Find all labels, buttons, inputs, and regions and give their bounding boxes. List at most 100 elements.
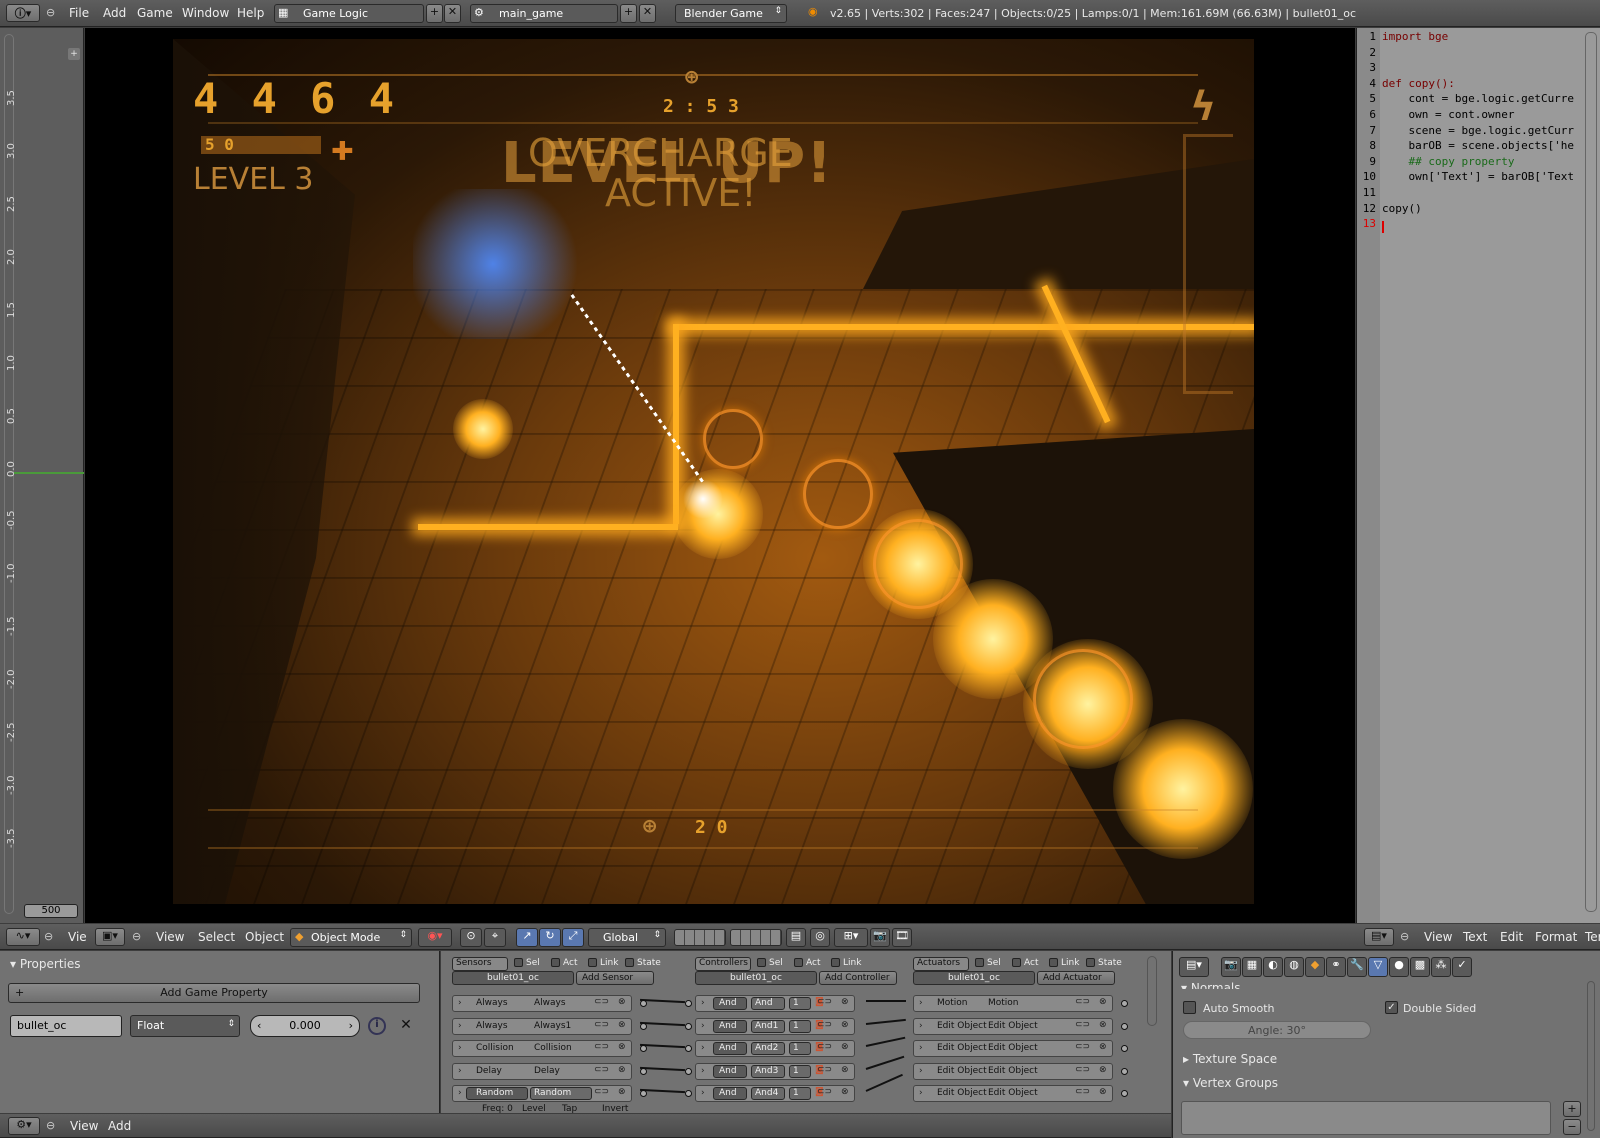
actuators-move-arrows-icon[interactable]: ⊂⊃ — [1075, 1020, 1090, 1030]
tab-particles-icon[interactable]: ⁂ — [1431, 957, 1451, 977]
actuators-expand-arrow-icon[interactable]: › — [919, 998, 923, 1008]
controllers-move-arrows-icon[interactable]: ⊂⊃ — [817, 1042, 832, 1052]
vertex-groups-list[interactable] — [1181, 1101, 1551, 1135]
screen-layout-selector[interactable]: ▦ Game Logic — [274, 4, 424, 23]
code-line[interactable]: ## copy property — [1382, 155, 1514, 168]
actuators-move-arrows-icon[interactable]: ⊂⊃ — [1075, 997, 1090, 1007]
property-info-toggle-icon[interactable]: i — [368, 1017, 386, 1035]
scale-manipulator-icon[interactable]: ⤢ — [562, 928, 584, 947]
text-editor-type-icon[interactable]: ▤▾ — [1364, 928, 1394, 946]
texture-space-header[interactable]: ▸ Texture Space — [1183, 1052, 1277, 1066]
random-sensor-option[interactable]: Invert — [602, 1104, 628, 1114]
property-name-field[interactable]: bullet_oc — [10, 1015, 122, 1037]
controllers-remove-icon[interactable]: ⊗ — [841, 1087, 849, 1097]
tab-texture-icon[interactable]: ▩ — [1410, 957, 1430, 977]
controllers-remove-icon[interactable]: ⊗ — [841, 1042, 849, 1052]
sensors-expand-arrow-icon[interactable]: › — [458, 1088, 462, 1098]
editor-scrollbar[interactable] — [1585, 32, 1597, 912]
menu-add[interactable]: Add — [103, 6, 126, 20]
sensors-move-arrows-icon[interactable]: ⊂⊃ — [594, 1065, 609, 1075]
controllers-link-socket[interactable] — [685, 1045, 692, 1052]
tab-scene-icon[interactable]: ◐ — [1263, 957, 1283, 977]
actuators-flag-checkbox[interactable] — [1049, 958, 1058, 967]
decrement-arrow-icon[interactable]: ‹ — [257, 1019, 261, 1032]
text-menu-templates[interactable]: Ter — [1585, 930, 1600, 944]
controllers-move-arrows-icon[interactable]: ⊂⊃ — [817, 1087, 832, 1097]
sensors-move-arrows-icon[interactable]: ⊂⊃ — [594, 1020, 609, 1030]
controllers-link-socket[interactable] — [685, 1090, 692, 1097]
layers-grid-1[interactable] — [674, 929, 726, 946]
controllers-remove-icon[interactable]: ⊗ — [841, 1020, 849, 1030]
sensors-flag-checkbox[interactable] — [625, 958, 634, 967]
menu-view[interactable]: View — [156, 930, 184, 944]
code-line[interactable]: cont = bge.logic.getCurre — [1382, 92, 1574, 105]
random-sensor-option[interactable]: Level — [522, 1104, 546, 1114]
code-line[interactable]: def copy(): — [1382, 77, 1455, 90]
menu-help[interactable]: Help — [237, 6, 264, 20]
controllers-expand-arrow-icon[interactable]: › — [701, 1021, 705, 1031]
sensors-remove-icon[interactable]: ⊗ — [618, 1065, 626, 1075]
menu-object[interactable]: Object — [245, 930, 284, 944]
add-vertex-group-button[interactable]: + — [1563, 1101, 1581, 1117]
menu-window[interactable]: Window — [182, 6, 229, 20]
3d-editor-type-icon[interactable]: ▣▾ — [95, 928, 125, 946]
actuators-expand-arrow-icon[interactable]: › — [919, 1043, 923, 1053]
collapse-icon[interactable]: ⊖ — [44, 930, 53, 943]
tab-modifiers-icon[interactable]: 🔧 — [1347, 957, 1367, 977]
actuators-expand-arrow-icon[interactable]: › — [919, 1021, 923, 1031]
code-line[interactable]: own['Text'] = barOB['Text — [1382, 170, 1574, 183]
mode-selector[interactable]: ◆ Object Mode ⇕ — [290, 928, 412, 947]
panel-toggle-plus-icon[interactable]: + — [68, 48, 80, 60]
collapse-icon[interactable]: ⊖ — [1400, 930, 1409, 943]
tab-render-icon[interactable]: 📷 — [1221, 957, 1241, 977]
remove-vertex-group-button[interactable]: − — [1563, 1119, 1581, 1135]
code-line[interactable]: own = cont.owner — [1382, 108, 1514, 121]
transform-orientation-selector[interactable]: Global ⇕ — [588, 928, 666, 947]
collapse-icon[interactable]: ⊖ — [46, 6, 55, 19]
sensors-flag-checkbox[interactable] — [551, 958, 560, 967]
tab-constraints-icon[interactable]: ⚭ — [1326, 957, 1346, 977]
layers-grid-2[interactable] — [730, 929, 782, 946]
actuators-remove-icon[interactable]: ⊗ — [1099, 1020, 1107, 1030]
sensors-move-arrows-icon[interactable]: ⊂⊃ — [594, 997, 609, 1007]
tab-layers-icon[interactable]: ▦ — [1242, 957, 1262, 977]
actuators-flag-checkbox[interactable] — [1086, 958, 1095, 967]
normals-header[interactable]: ▾ Normals — [1181, 981, 1241, 989]
property-type-selector[interactable]: Float ⇕ — [130, 1015, 240, 1037]
sensors-expand-arrow-icon[interactable]: › — [458, 1066, 462, 1076]
actuators-move-arrows-icon[interactable]: ⊂⊃ — [1075, 1065, 1090, 1075]
collapse-icon[interactable]: ⊖ — [46, 1119, 55, 1132]
actuators-remove-icon[interactable]: ⊗ — [1099, 997, 1107, 1007]
controllers-move-arrows-icon[interactable]: ⊂⊃ — [817, 1020, 832, 1030]
text-menu-edit[interactable]: Edit — [1500, 930, 1523, 944]
sensors-remove-icon[interactable]: ⊗ — [618, 1020, 626, 1030]
actuators-link-socket[interactable] — [1121, 1022, 1128, 1030]
actuators-remove-icon[interactable]: ⊗ — [1099, 1087, 1107, 1097]
menu-game[interactable]: Game — [137, 6, 173, 20]
auto-smooth-checkbox[interactable] — [1183, 1001, 1196, 1014]
graph-editor[interactable]: 3.5 3.0 2.5 2.0 1.5 1.0 0.5 0.0 -0.5 -1.0 -1.5 -2.0… — [0, 28, 84, 923]
frame-field[interactable]: 500 — [24, 904, 78, 918]
remove-property-icon[interactable]: ✕ — [398, 1017, 414, 1035]
controllers-move-arrows-icon[interactable]: ⊂⊃ — [817, 997, 832, 1007]
controllers-link-socket[interactable] — [685, 1022, 692, 1030]
sensors-remove-icon[interactable]: ⊗ — [618, 997, 626, 1007]
controllers-flag-checkbox[interactable] — [831, 958, 840, 967]
controllers-move-arrows-icon[interactable]: ⊂⊃ — [817, 1065, 832, 1075]
sensors-move-arrows-icon[interactable]: ⊂⊃ — [594, 1087, 609, 1097]
viewport-3d[interactable]: 4 4 6 4 5 0 ✚ LEVEL 3 ⊕ 2 : 5 3 OVERCHAR… — [85, 28, 1355, 923]
actuators-move-arrows-icon[interactable]: ⊂⊃ — [1075, 1087, 1090, 1097]
sensors-remove-icon[interactable]: ⊗ — [618, 1042, 626, 1052]
remove-screen-button[interactable]: ✕ — [444, 4, 461, 23]
render-opengl-icon[interactable]: 📷 — [870, 928, 890, 947]
angle-field[interactable]: Angle: 30° — [1183, 1021, 1371, 1039]
tab-world-icon[interactable]: ◍ — [1284, 957, 1304, 977]
sensors-expand-arrow-icon[interactable]: › — [458, 1021, 462, 1031]
vertex-groups-header[interactable]: ▾ Vertex Groups — [1183, 1076, 1278, 1090]
property-value-field[interactable]: ‹ 0.000 › — [250, 1015, 360, 1037]
text-menu-text[interactable]: Text — [1463, 930, 1487, 944]
actuators-link-socket[interactable] — [1121, 1000, 1128, 1007]
double-sided-checkbox[interactable]: ✓ — [1385, 1001, 1398, 1014]
actuators-expand-arrow-icon[interactable]: › — [919, 1066, 923, 1076]
increment-arrow-icon[interactable]: › — [349, 1019, 353, 1032]
